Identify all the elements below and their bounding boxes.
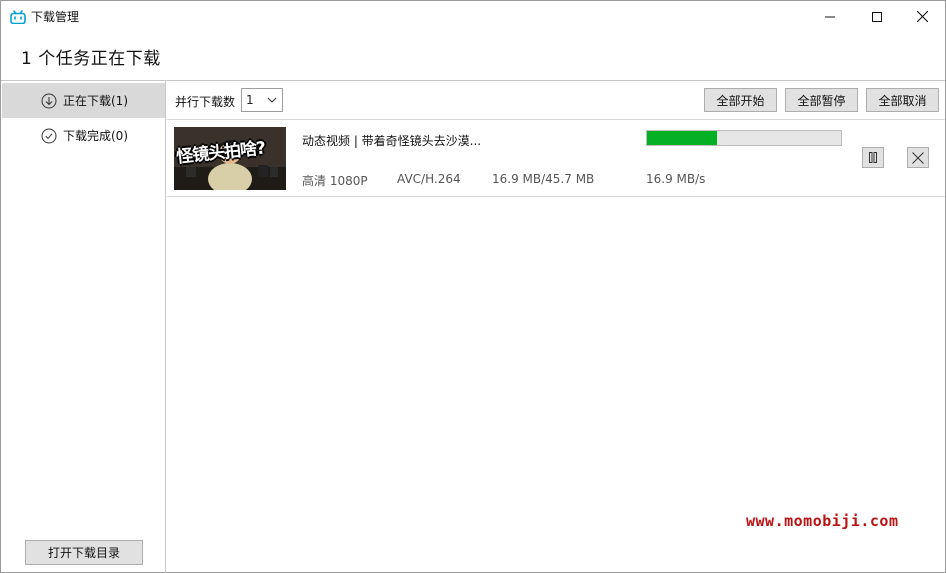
maximize-icon [872, 11, 882, 22]
download-manager-window: 下载管理 1 个任务正在下载 正在下载(1) 下载完成(0) 打开下载目录 并行… [0, 0, 946, 573]
bilibili-tv-icon [10, 9, 26, 25]
task-quality: 高清 1080P [302, 174, 368, 188]
task-title: 动态视频 | 带着奇怪镜头去沙漠... [302, 134, 482, 148]
sidebar-item-label: 正在下载(1) [63, 94, 128, 108]
sidebar-item-completed[interactable]: 下载完成(0) [2, 118, 165, 153]
pause-all-button[interactable]: 全部暂停 [785, 88, 858, 112]
pause-icon [869, 152, 877, 163]
task-codec: AVC/H.264 [397, 172, 461, 186]
close-icon [912, 151, 924, 164]
minimize-button[interactable] [807, 1, 853, 32]
parallel-downloads-select[interactable]: 1 [241, 88, 283, 112]
sidebar-item-label: 下载完成(0) [63, 129, 128, 143]
task-pause-button[interactable] [862, 147, 884, 168]
maximize-button[interactable] [854, 1, 900, 32]
watermark-text: www.momobiji.com [746, 512, 899, 530]
download-task-row: 怪镜头拍啥? 动态视频 | 带着奇怪镜头去沙漠... 高清 1080P AVC/… [167, 120, 945, 197]
task-size: 16.9 MB/45.7 MB [492, 172, 595, 186]
close-button[interactable] [899, 1, 945, 32]
video-thumbnail: 怪镜头拍啥? [174, 127, 286, 190]
sidebar-item-downloading[interactable]: 正在下载(1) [2, 83, 165, 118]
check-circle-icon [41, 128, 57, 143]
page-heading: 1 个任务正在下载 [21, 49, 161, 69]
task-cancel-button[interactable] [907, 147, 929, 168]
progress-fill [647, 131, 717, 145]
download-circle-icon [41, 93, 57, 108]
start-all-button[interactable]: 全部开始 [704, 88, 777, 112]
cancel-all-button[interactable]: 全部取消 [866, 88, 939, 112]
task-progress-bar [646, 130, 842, 146]
close-icon [916, 11, 928, 22]
minimize-icon [825, 16, 835, 17]
title-bar: 下载管理 [1, 1, 945, 32]
task-speed: 16.9 MB/s [646, 172, 706, 186]
sidebar: 正在下载(1) 下载完成(0) 打开下载目录 [1, 81, 166, 573]
select-value: 1 [246, 93, 254, 107]
parallel-downloads-label: 并行下载数 [175, 95, 236, 109]
window-title: 下载管理 [31, 10, 80, 24]
open-download-folder-button[interactable]: 打开下载目录 [25, 540, 143, 565]
chevron-down-icon [267, 97, 277, 103]
